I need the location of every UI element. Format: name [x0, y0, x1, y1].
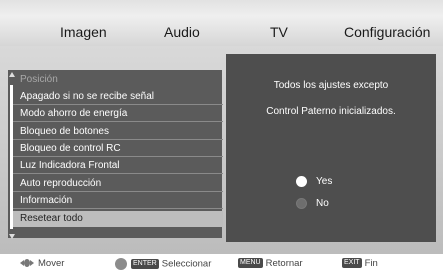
scroll-down-icon[interactable]: [9, 234, 15, 239]
tab-bar: Imagen Audio TV Configuración: [0, 0, 443, 46]
dialog-message-line1: Todos los ajustes excepto: [273, 80, 389, 91]
ok-button-icon: [115, 258, 127, 270]
reset-dialog: Todos los ajustes excepto Control Patern…: [226, 54, 436, 242]
help-move-label: Mover: [38, 258, 65, 269]
help-back-label: Retornar: [265, 258, 303, 269]
menu-item-posicion: Posición: [20, 74, 58, 85]
menu-item-auto-reproduccion[interactable]: Auto reproducción: [10, 176, 223, 192]
menu-key-icon: MENU: [238, 258, 263, 269]
menu-item-resetear-todo[interactable]: Resetear todo: [10, 211, 223, 227]
help-bar: Mover ENTER Seleccionar MENU Retornar EXIT…: [0, 254, 443, 273]
help-exit: EXIT Fin: [342, 258, 378, 270]
menu-item-bloqueo-botones[interactable]: Bloqueo de botones: [10, 124, 223, 140]
tab-imagen[interactable]: Imagen: [60, 24, 107, 40]
enter-key-icon: ENTER: [131, 259, 159, 269]
radio-unselected-icon: [296, 198, 307, 209]
scrollbar[interactable]: [10, 85, 13, 229]
help-back: MENU Retornar: [238, 258, 303, 270]
menu-item-apagado[interactable]: Apagado si no se recibe señal: [10, 89, 223, 105]
help-select-label: Seleccionar: [161, 258, 212, 270]
help-exit-label: Fin: [364, 258, 378, 269]
menu-item-luz-indicadora[interactable]: Luz Indicadora Frontal: [10, 158, 223, 174]
option-yes-label: Yes: [316, 176, 333, 187]
radio-selected-icon: [296, 176, 307, 187]
help-select: ENTER Seleccionar: [115, 258, 211, 270]
tab-configuracion[interactable]: Configuración: [344, 24, 430, 40]
scroll-up-icon[interactable]: [9, 72, 15, 77]
option-no-label: No: [316, 198, 329, 209]
left-right-arrows-icon: [20, 258, 34, 268]
menu-item-ahorro-energia[interactable]: Modo ahorro de energía: [10, 106, 223, 122]
exit-key-icon: EXIT: [342, 258, 362, 269]
help-move: Mover: [20, 258, 64, 270]
tab-audio[interactable]: Audio: [164, 24, 200, 40]
tab-tv[interactable]: TV: [270, 24, 288, 40]
menu-item-informacion[interactable]: Información: [10, 193, 223, 209]
dialog-message-line2: Control Paterno inicializados.: [266, 106, 396, 117]
menu-item-bloqueo-rc[interactable]: Bloqueo de control RC: [10, 141, 223, 157]
